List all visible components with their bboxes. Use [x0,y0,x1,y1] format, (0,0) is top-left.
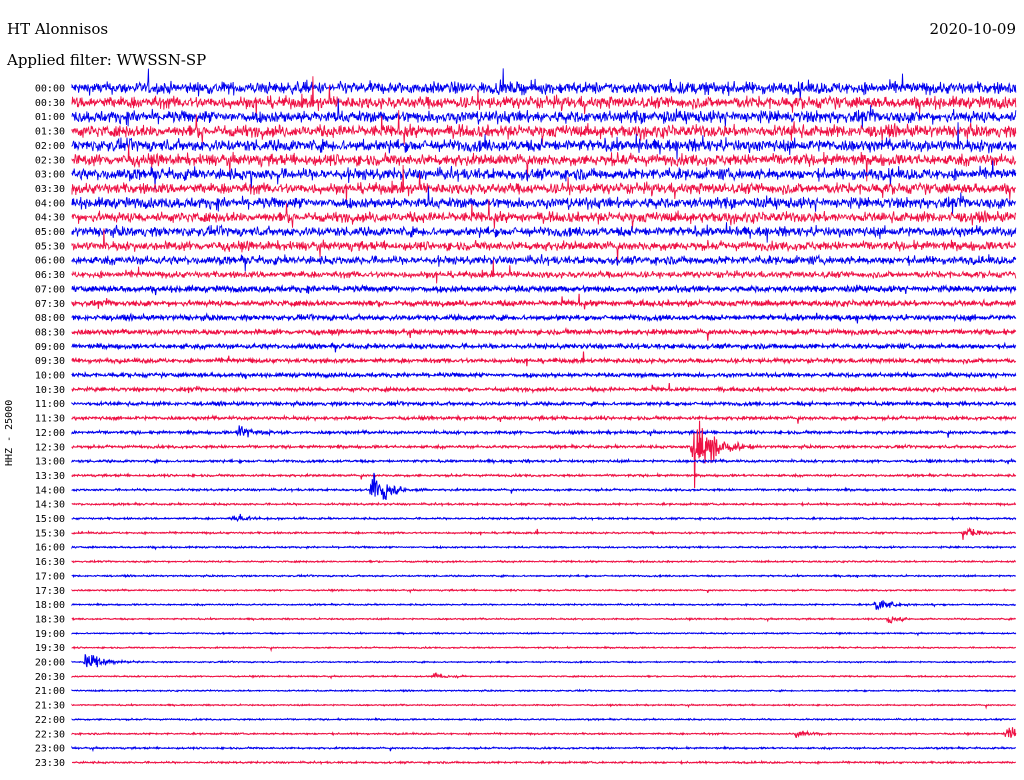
time-tick-2330: 23:30 [35,758,65,769]
trace-row-1100 [71,399,1017,409]
trace-row-0630 [71,260,1017,284]
time-tick-0100: 01:00 [35,112,65,123]
time-tick-1030: 10:30 [35,385,65,396]
trace-row-2100 [71,688,1016,693]
time-tick-0900: 09:00 [35,342,65,353]
time-tick-1230: 12:30 [35,442,65,453]
time-tick-1600: 16:00 [35,543,65,554]
trace-group [71,68,1017,766]
trace-row-1500 [71,513,1017,523]
trace-row-0400 [71,186,1016,215]
trace-row-2330 [71,759,1016,766]
time-tick-1700: 17:00 [35,571,65,582]
trace-row-1130 [71,413,1017,424]
trace-row-0700 [71,283,1017,296]
trace-row-0600 [71,253,1017,272]
trace-row-1600 [71,544,1017,551]
time-tick-0530: 05:30 [35,241,65,252]
trace-row-1800 [71,599,1017,611]
time-tick-1930: 19:30 [35,643,65,654]
time-tick-0730: 07:30 [35,299,65,310]
time-tick-0230: 02:30 [35,155,65,166]
time-tick-0030: 00:30 [35,98,65,109]
trace-row-1230 [71,420,1017,488]
trace-row-2200 [71,717,1017,722]
time-tick-2300: 23:00 [35,744,65,755]
time-tick-1100: 11:00 [35,399,65,410]
trace-row-1200 [71,425,1016,438]
trace-row-1530 [71,526,1016,540]
time-tick-2200: 22:00 [35,715,65,726]
time-tick-0630: 06:30 [35,270,65,281]
time-tick-1830: 18:30 [35,614,65,625]
time-tick-0430: 04:30 [35,213,65,224]
trace-row-1430 [71,501,1017,508]
time-tick-0130: 01:30 [35,127,65,138]
time-tick-1330: 13:30 [35,471,65,482]
trace-row-1330 [71,471,1017,480]
time-tick-0830: 08:30 [35,327,65,338]
trace-row-0930 [71,351,1017,367]
trace-row-1630 [71,559,1016,564]
time-tick-2230: 22:30 [35,729,65,740]
trace-row-1900 [71,630,1017,637]
time-tick-0200: 02:00 [35,141,65,152]
time-tick-1900: 19:00 [35,629,65,640]
trace-row-0900 [71,341,1017,353]
trace-row-1700 [71,573,1017,579]
time-tick-0800: 08:00 [35,313,65,324]
trace-row-0030 [71,76,1017,119]
trace-row-0830 [71,326,1017,341]
time-tick-1730: 17:30 [35,586,65,597]
time-tick-1130: 11:30 [35,414,65,425]
trace-row-1830 [71,616,1016,624]
time-tick-2130: 21:30 [35,701,65,712]
time-tick-1400: 14:00 [35,485,65,496]
trace-row-0500 [71,222,1017,243]
time-tick-0300: 03:00 [35,170,65,181]
time-tick-1300: 13:00 [35,457,65,468]
time-tick-0000: 00:00 [35,84,65,95]
trace-row-1000 [71,370,1017,380]
time-tick-0400: 04:00 [35,198,65,209]
time-tick-0500: 05:00 [35,227,65,238]
trace-row-2030 [71,672,1017,680]
trace-row-1730 [71,587,1017,594]
time-tick-labels: 00:00 00:30 01:00 01:30 02:00 02:30 03:00 03:30… [35,84,65,769]
time-tick-2000: 20:00 [35,658,65,669]
time-tick-1500: 15:00 [35,514,65,525]
helicorder-plot: 00:00 00:30 01:00 01:30 02:00 02:30 03:00 03:30… [35,68,1017,769]
trace-row-1300 [71,457,1017,465]
time-tick-1800: 18:00 [35,600,65,611]
time-tick-2030: 20:30 [35,672,65,683]
time-tick-1000: 10:00 [35,371,65,382]
trace-row-0730 [71,293,1016,310]
trace-row-1930 [71,645,1017,653]
time-tick-1530: 15:30 [35,528,65,539]
trace-row-2130 [71,702,1016,710]
trace-row-0000 [71,68,1017,100]
time-tick-2100: 21:00 [35,686,65,697]
time-tick-1630: 16:30 [35,557,65,568]
time-tick-0700: 07:00 [35,284,65,295]
trace-row-1030 [71,383,1017,394]
time-tick-1200: 12:00 [35,428,65,439]
time-tick-1430: 14:30 [35,500,65,511]
time-tick-0330: 03:30 [35,184,65,195]
trace-row-2230 [71,727,1017,739]
trace-row-0800 [71,312,1017,324]
trace-row-2300 [71,745,1017,753]
time-tick-0600: 06:00 [35,256,65,267]
trace-row-2000 [71,654,1017,668]
time-tick-0930: 09:30 [35,356,65,367]
